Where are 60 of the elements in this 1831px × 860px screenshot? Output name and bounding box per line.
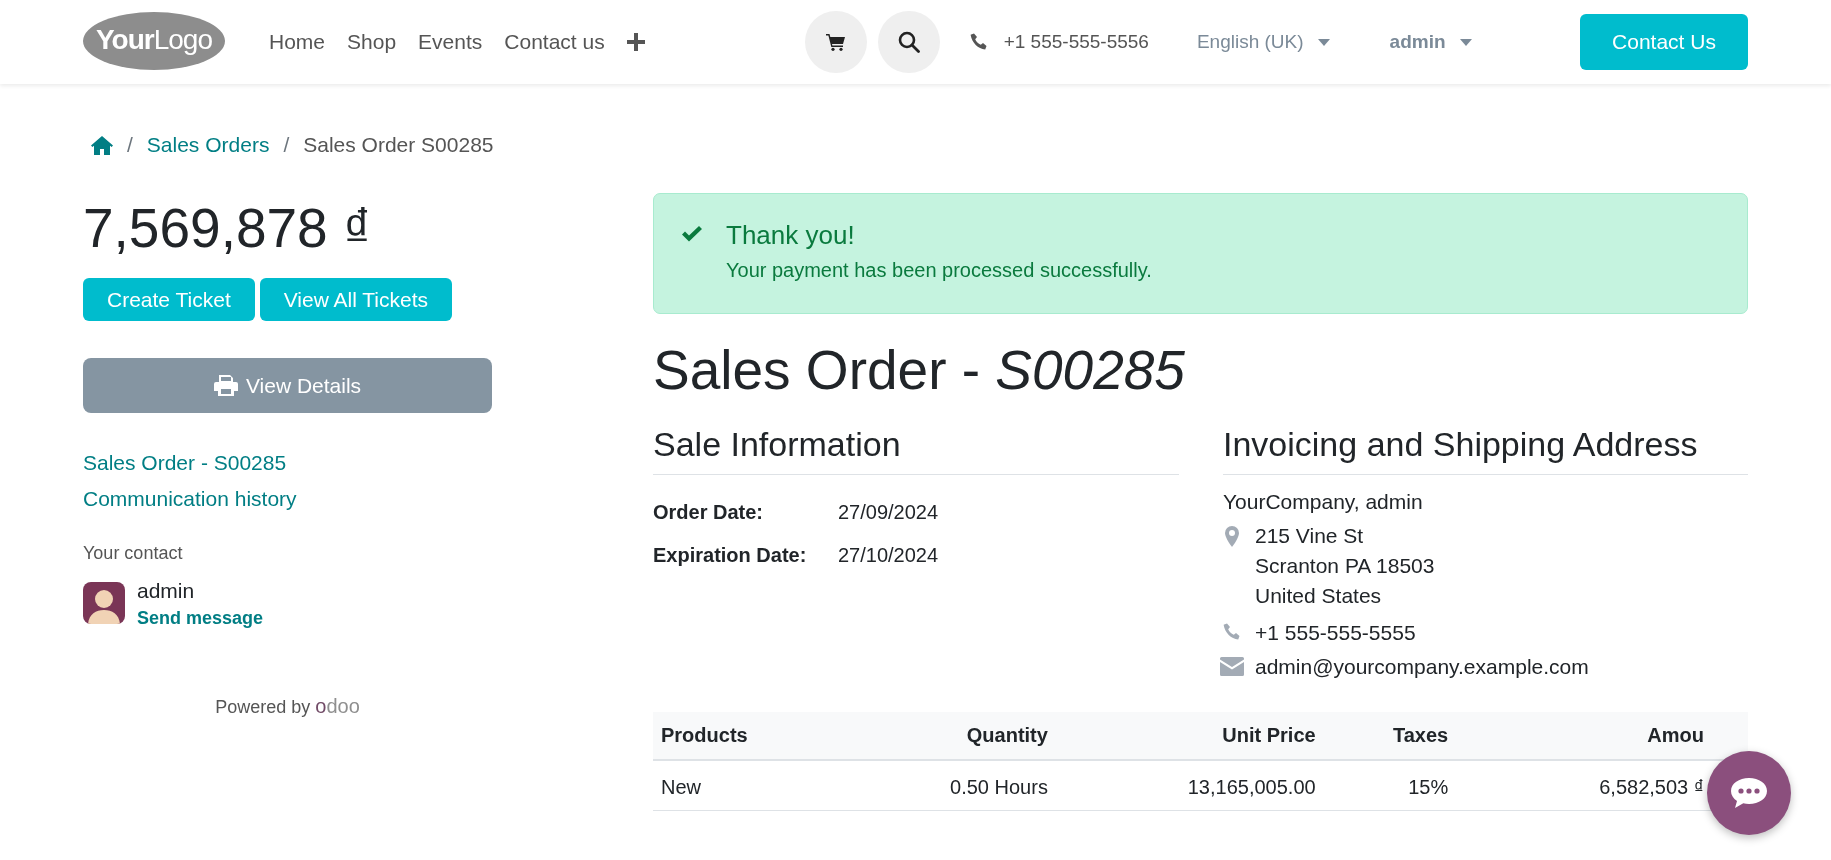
map-pin-icon [1225, 526, 1239, 547]
avatar [83, 582, 125, 624]
powered-by-text: Powered by [215, 697, 311, 717]
chat-icon [1731, 778, 1767, 808]
breadcrumb-separator: / [283, 133, 290, 157]
field-label: Order Date: [653, 500, 765, 525]
column-header: Unit Price [1055, 712, 1324, 760]
column-header: Taxes [1323, 712, 1457, 760]
address-line: 215 Vine St [1255, 523, 1365, 549]
user-menu[interactable]: admin [1389, 31, 1446, 53]
section-heading: Sale Information [653, 424, 1179, 475]
alert-message: Your payment has been processed successfully. [726, 259, 1152, 282]
page-title: Sales Order - S00285 [653, 338, 1186, 402]
odoo-logo[interactable]: odoo [315, 695, 360, 717]
search-icon [897, 31, 920, 53]
phone-icon [969, 33, 988, 51]
breadcrumb-current: Sales Order S00285 [303, 133, 494, 157]
phone-number[interactable]: +1 555-555-5556 [1003, 31, 1149, 53]
caret-icon [1317, 38, 1330, 46]
contact-name: admin [137, 579, 195, 602]
alert-title: Thank you! [726, 220, 856, 251]
sidebar-link[interactable]: Communication history [83, 485, 297, 513]
logo[interactable]: YourLogo [83, 12, 225, 70]
nav-link[interactable]: Contact us [504, 30, 605, 54]
nav-link[interactable]: Events [418, 30, 483, 54]
field-value: 27/09/2024 [838, 500, 940, 525]
chat-button[interactable] [1707, 751, 1791, 835]
column-header: Quantity [844, 712, 1056, 760]
check-icon [682, 226, 702, 242]
contact-label: Your contact [83, 543, 184, 564]
caret-icon [1459, 38, 1472, 46]
table-cell: 15% [1323, 760, 1457, 811]
cart-icon [825, 33, 846, 51]
address-line: United States [1255, 583, 1383, 609]
total-amount: 7,569,878 ₫ [83, 196, 373, 260]
nav-link[interactable]: Shop [347, 30, 397, 54]
table-cell: New [653, 760, 845, 811]
plus-icon[interactable] [626, 33, 645, 51]
home-icon[interactable] [91, 135, 113, 155]
view-details-button[interactable]: View Details [83, 358, 492, 413]
address-line: Scranton PA 18503 [1255, 553, 1435, 579]
send-message-link[interactable]: Send message [137, 608, 264, 629]
phone-icon [1223, 623, 1241, 641]
table-cell: 0.50 Hours [844, 760, 1056, 811]
column-header: Amou [1456, 712, 1748, 760]
column-header: Products [653, 712, 845, 760]
field-label: Expiration Date: [653, 543, 808, 568]
customer-name: YourCompany, admin [1223, 489, 1424, 515]
language-dropdown[interactable]: English (UK) [1196, 31, 1304, 53]
customer-email: admin@yourcompany.example.com [1255, 654, 1589, 680]
nav-link[interactable]: Home [269, 30, 326, 54]
table-cell: 13,165,005.00 [1055, 760, 1324, 811]
breadcrumb-link[interactable]: Sales Orders [146, 133, 270, 157]
section-heading: Invoicing and Shipping Address [1223, 424, 1748, 475]
envelope-icon [1220, 657, 1244, 676]
field-value: 27/10/2024 [838, 543, 940, 568]
printer-icon [213, 375, 238, 396]
sidebar-link[interactable]: Sales Order - S00285 [83, 449, 287, 477]
breadcrumb-separator: / [127, 133, 133, 157]
customer-phone: +1 555-555-5555 [1255, 620, 1416, 646]
